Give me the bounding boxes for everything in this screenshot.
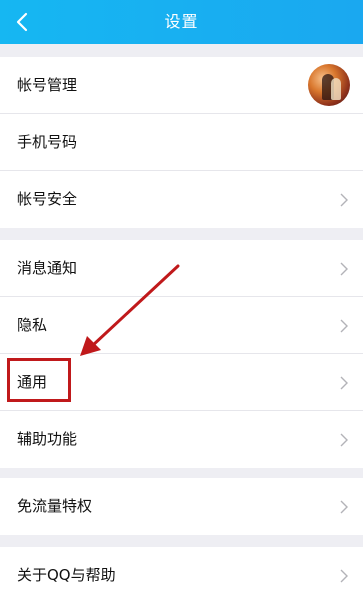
annotation-arrow	[80, 264, 180, 356]
